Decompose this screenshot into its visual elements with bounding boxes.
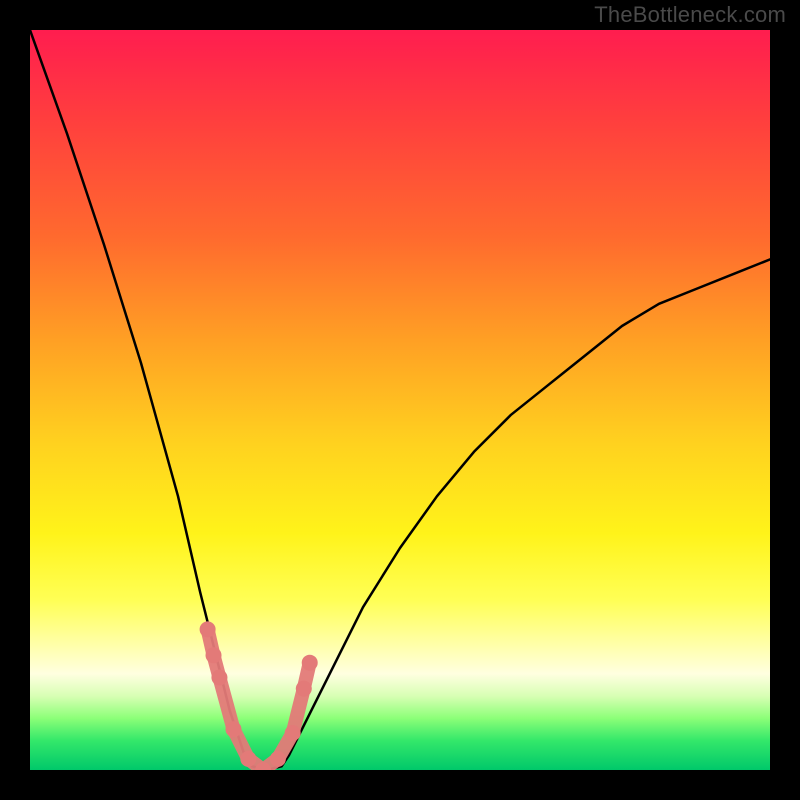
highlight-dot <box>206 647 222 663</box>
highlight-dot <box>302 655 318 671</box>
highlight-dot <box>296 681 312 697</box>
highlight-dot <box>226 721 242 737</box>
highlight-dot <box>240 751 256 767</box>
bottleneck-chart <box>30 30 770 770</box>
highlight-dot <box>211 670 227 686</box>
highlight-band <box>208 629 310 770</box>
highlight-dot <box>200 621 216 637</box>
chart-frame: TheBottleneck.com <box>0 0 800 800</box>
plot-area <box>30 30 770 770</box>
highlight-dot <box>270 751 286 767</box>
watermark-text: TheBottleneck.com <box>594 2 786 28</box>
highlight-dot <box>285 725 301 741</box>
bottleneck-curve <box>30 30 770 770</box>
